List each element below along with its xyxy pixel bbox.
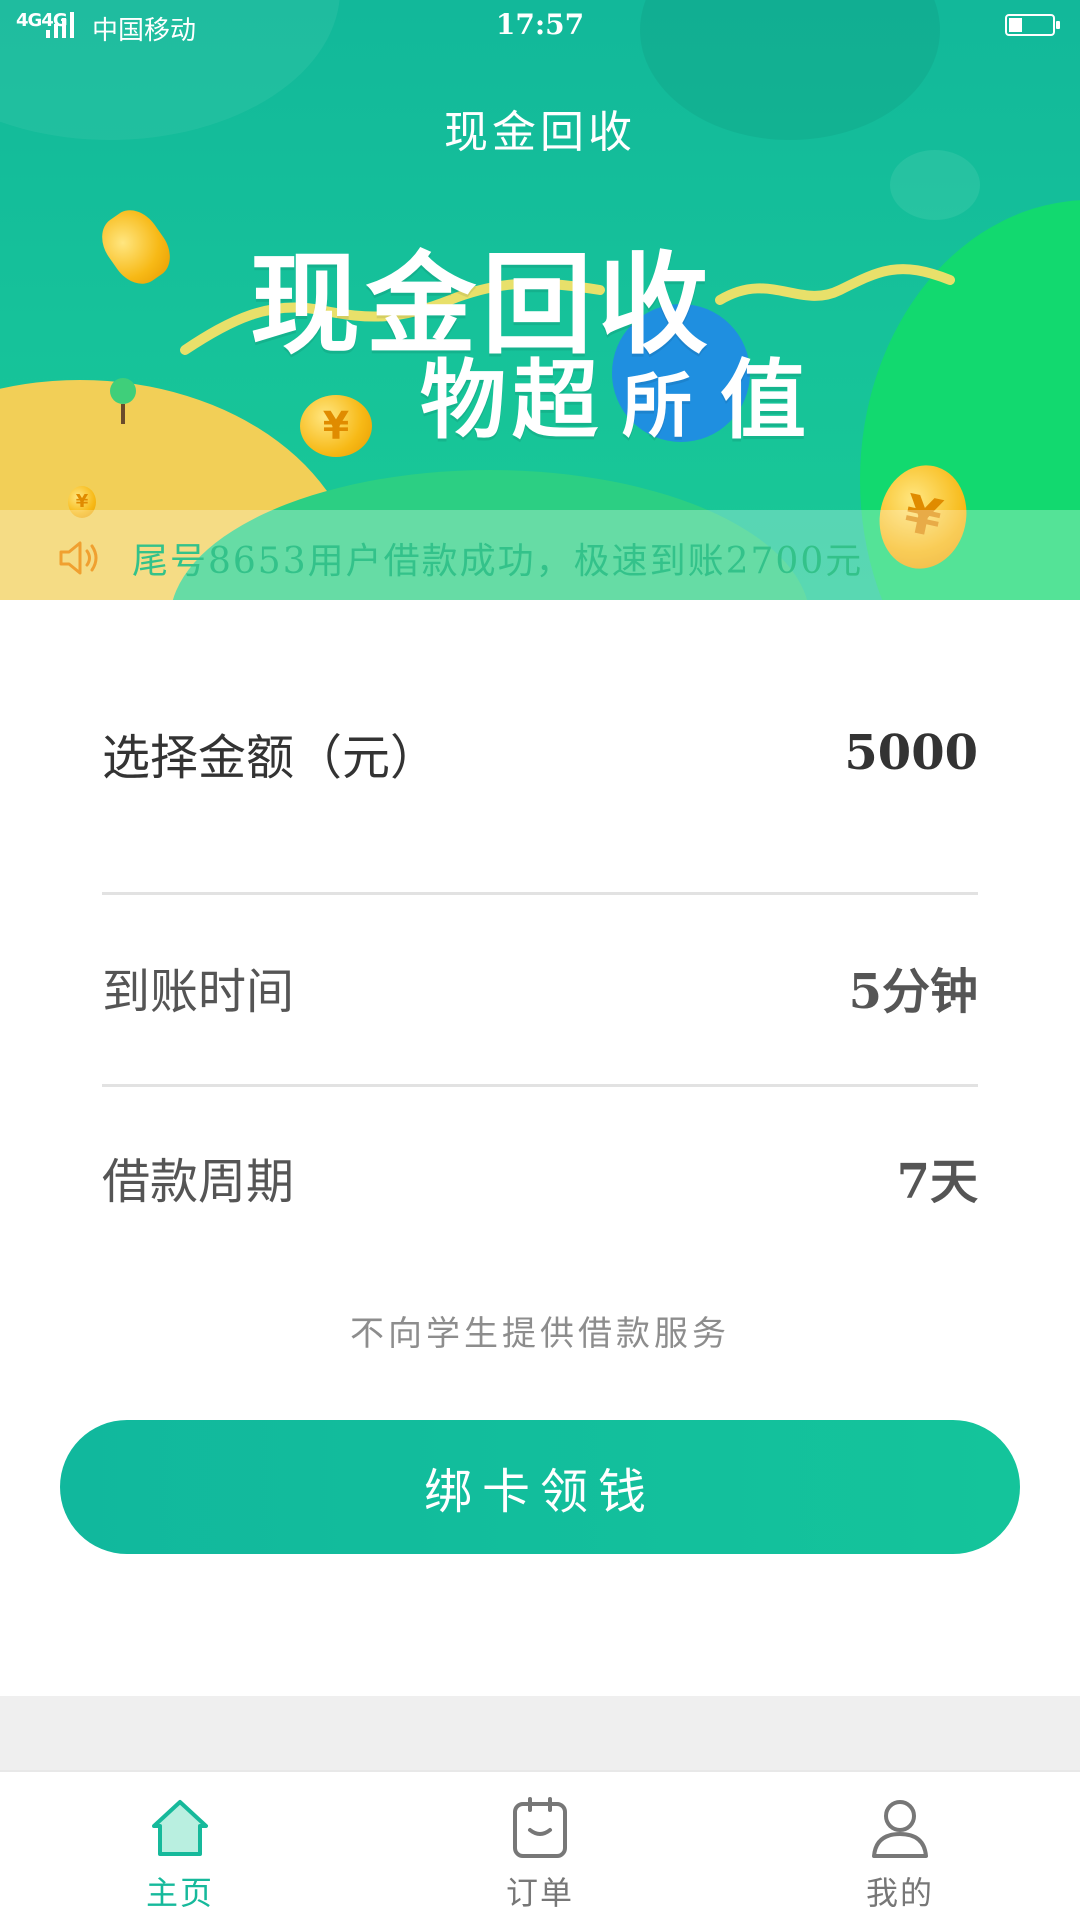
- amount-label: 选择金额（元）: [102, 730, 439, 786]
- banner-subheadline-prefix: 物超: [420, 351, 604, 451]
- tab-orders[interactable]: 订单: [440, 1772, 640, 1922]
- bind-card-button[interactable]: 绑卡领钱: [60, 1420, 1020, 1554]
- loan-period-row: 借款周期 7天: [102, 1142, 978, 1212]
- loan-period-value: 7天: [896, 1154, 978, 1210]
- amount-row[interactable]: 选择金额（元） 5000: [102, 718, 978, 788]
- decor-tree: [110, 378, 136, 424]
- banner-subheadline-circle-char: 所: [622, 365, 698, 447]
- banner-subheadline: 物超所值: [420, 330, 812, 455]
- speaker-icon: [59, 541, 98, 575]
- home-icon: [152, 1800, 208, 1856]
- page-title: 现金回收: [444, 107, 636, 158]
- tab-profile[interactable]: 我的: [800, 1772, 1000, 1922]
- divider: [102, 892, 978, 895]
- tab-home[interactable]: 主页: [80, 1772, 280, 1922]
- tab-orders-label: 订单: [505, 1874, 574, 1912]
- bottom-tab-bar: 主页 订单 我的: [0, 1770, 1080, 1922]
- arrival-time-row: 到账时间 5分钟: [102, 952, 978, 1022]
- coin-icon: ¥: [300, 395, 372, 457]
- banner-subheadline-suffix: 值: [720, 351, 812, 451]
- spacer-band: [0, 1696, 1080, 1770]
- divider: [102, 1084, 978, 1087]
- tab-home-label: 主页: [145, 1874, 214, 1912]
- tab-profile-label: 我的: [865, 1874, 934, 1912]
- status-time: 17:57: [495, 8, 585, 41]
- user-icon: [872, 1800, 928, 1858]
- order-icon: [513, 1797, 567, 1858]
- battery-icon: [1005, 14, 1060, 36]
- loan-period-label: 借款周期: [102, 1154, 295, 1210]
- arrival-time-label: 到账时间: [102, 964, 295, 1020]
- hero-banner: ¥ ¥ 现金回收 物超所值 ¥ 4G4G 中国移动 17:57 现金回收 尾号8…: [0, 0, 1080, 600]
- arrival-time-value: 5分钟: [848, 964, 978, 1020]
- notice-bar: 尾号8653用户借款成功，极速到账2700元: [0, 510, 1080, 600]
- amount-value[interactable]: 5000: [844, 725, 978, 781]
- disclaimer-text: 不向学生提供借款服务: [350, 1314, 730, 1354]
- status-bar: 4G4G 中国移动 17:57: [0, 0, 1080, 56]
- notice-text: 尾号8653用户借款成功，极速到账2700元: [132, 541, 864, 582]
